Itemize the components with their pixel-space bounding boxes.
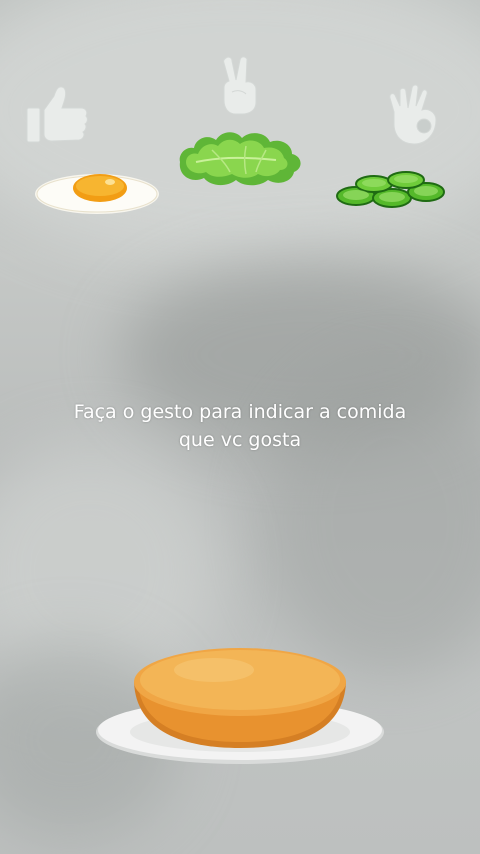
option-lettuce[interactable] xyxy=(176,50,304,190)
instruction-line-1: Faça o gesto para indicar a comida xyxy=(73,401,407,423)
instruction-line-2: que vc gosta xyxy=(178,429,302,451)
option-cucumber[interactable] xyxy=(330,84,450,214)
lettuce xyxy=(179,132,301,186)
fried-egg xyxy=(35,174,159,214)
ok-hand-icon xyxy=(389,84,437,145)
game-screen: Faça o gesto para indicar a comida que v… xyxy=(0,0,480,854)
cucumber-slices xyxy=(336,171,445,208)
plate-with-bun xyxy=(96,648,384,764)
peace-sign-icon xyxy=(223,56,257,115)
thumbs-up-icon xyxy=(26,86,88,143)
instruction-text: Faça o gesto para indicar a comida que v… xyxy=(40,398,440,454)
option-fried-egg[interactable] xyxy=(24,80,164,220)
